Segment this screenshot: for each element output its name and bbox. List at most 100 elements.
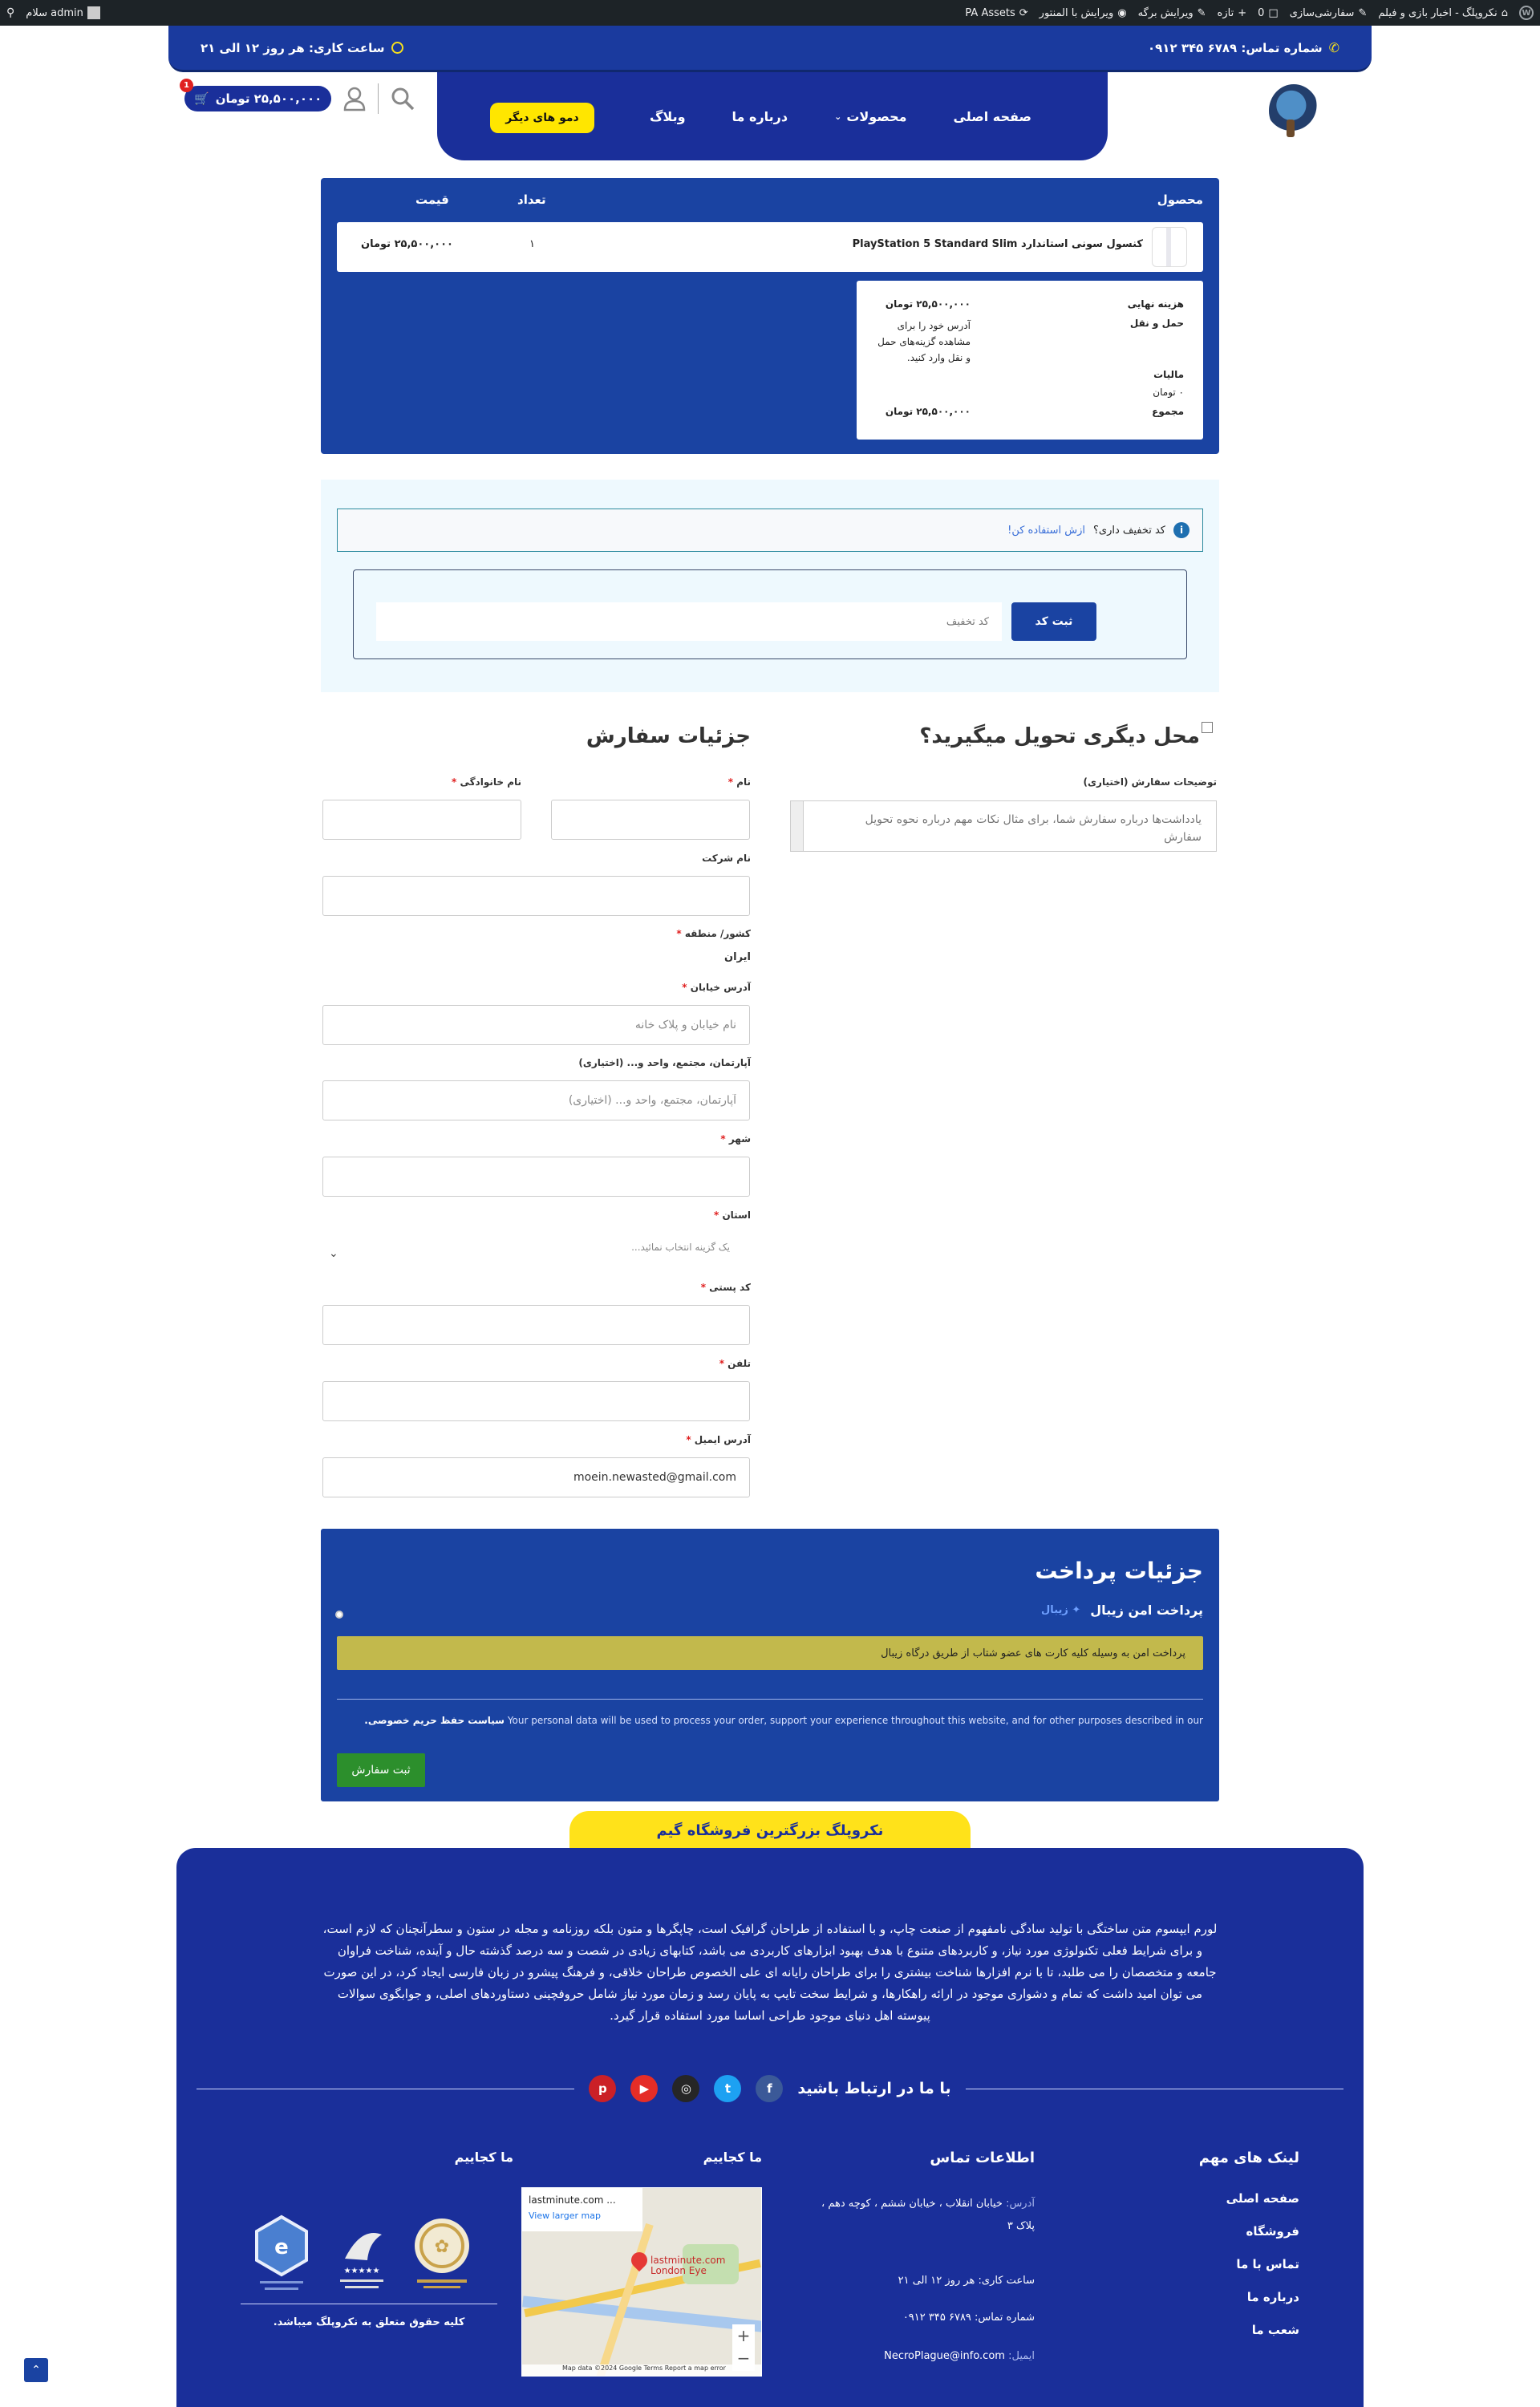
country-value: ایران bbox=[724, 951, 751, 963]
product-image[interactable] bbox=[1152, 227, 1187, 267]
pinterest-icon[interactable]: p bbox=[589, 2075, 617, 2102]
info-title: اطلاعات تماس bbox=[930, 2150, 1035, 2166]
nav-about[interactable]: درباره ما bbox=[732, 109, 788, 124]
search-icon[interactable]: ⚲ bbox=[6, 6, 14, 19]
info-icon: i bbox=[1173, 522, 1189, 538]
view-larger-map-link[interactable]: View larger map bbox=[529, 2210, 636, 2221]
wordpress-icon[interactable]: W bbox=[1519, 6, 1534, 20]
edit-elementor-label: ویرایش با المنتور bbox=[1039, 6, 1114, 19]
billing-title: جزئیات سفارش bbox=[586, 724, 751, 748]
coupon-notice: i کد تخفیف داری؟ ازش استفاده کن! bbox=[337, 509, 1203, 552]
footer-link[interactable]: تماس با ما bbox=[1236, 2257, 1299, 2271]
site-name: نکروپلگ - اخبار بازی و فیلم bbox=[1378, 6, 1497, 19]
street-label: آدرس خیابان * bbox=[682, 982, 751, 993]
zibal-logo: ✦ زیبال bbox=[1041, 1604, 1081, 1616]
first-name-field[interactable] bbox=[551, 800, 750, 840]
payment-title: جزئیات پرداخت bbox=[1035, 1558, 1203, 1584]
customize-link[interactable]: ✎ سفارشی‌سازی bbox=[1290, 7, 1368, 19]
comments-link[interactable]: □ 0 bbox=[1258, 7, 1279, 19]
trust-badge-icon[interactable]: ✿ bbox=[409, 2210, 475, 2294]
ship-different-checkbox[interactable] bbox=[1202, 722, 1213, 733]
links-title: لینک های مهم bbox=[1198, 2150, 1299, 2166]
coupon-section: i کد تخفیف داری؟ ازش استفاده کن! ثبت کد bbox=[321, 480, 1219, 692]
required-mark: * bbox=[700, 1282, 706, 1293]
chevron-down-icon: ⌄ bbox=[834, 111, 842, 122]
divider bbox=[337, 1699, 1203, 1700]
required-mark: * bbox=[686, 1434, 691, 1445]
payment-method[interactable]: پرداخت امن زیبال ✦ زیبال bbox=[1041, 1603, 1203, 1618]
shipping-title[interactable]: محل دیگری تحویل میگیرید؟ bbox=[919, 724, 1200, 748]
user-icon[interactable] bbox=[342, 86, 367, 111]
samandehi-badge-icon[interactable]: ★★★★★ bbox=[329, 2210, 395, 2294]
apartment-field[interactable] bbox=[322, 1080, 750, 1120]
edit-elementor-link[interactable]: ◉ ویرایش با المنتور bbox=[1040, 7, 1127, 19]
back-to-top-button[interactable]: ⌃ bbox=[24, 2358, 48, 2382]
required-mark: * bbox=[713, 1210, 719, 1221]
privacy-policy-link[interactable]: سیاست حفظ حریم خصوصی. bbox=[364, 1715, 505, 1726]
enamad-badge-icon[interactable]: e bbox=[249, 2210, 314, 2294]
refresh-icon: ⟳ bbox=[1019, 6, 1028, 19]
site-name-link[interactable]: ⌂ نکروپلگ - اخبار بازی و فیلم bbox=[1378, 7, 1508, 19]
footer-link[interactable]: صفحه اصلی bbox=[1226, 2191, 1299, 2206]
avatar bbox=[87, 6, 100, 19]
textarea-scrollbar[interactable] bbox=[791, 801, 804, 851]
email-text[interactable]: NecroPlague@info.com bbox=[884, 2350, 1005, 2362]
site-logo[interactable] bbox=[1269, 84, 1319, 137]
footer-link[interactable]: فروشگاه bbox=[1246, 2224, 1299, 2239]
edit-page-link[interactable]: ✎ ویرایش برگه bbox=[1138, 7, 1206, 19]
street-field[interactable] bbox=[322, 1005, 750, 1045]
nav-blog[interactable]: وبلاگ bbox=[650, 109, 685, 124]
admin-bar-left: ⚲ سلام admin bbox=[6, 6, 100, 19]
payment-radio[interactable] bbox=[335, 1611, 343, 1619]
pa-assets-label: PA Assets bbox=[965, 6, 1015, 19]
new-link[interactable]: + تازه bbox=[1218, 7, 1247, 19]
first-name-label-text: نام bbox=[736, 776, 751, 788]
admin-greeting[interactable]: سلام admin bbox=[26, 6, 100, 19]
nav-products-label: محصولات bbox=[846, 108, 907, 124]
phone-label: تلفن * bbox=[719, 1358, 751, 1369]
required-mark: * bbox=[719, 1358, 724, 1369]
order-notes-label: توضیحات سفارش (اختیاری) bbox=[1083, 776, 1217, 788]
last-name-field[interactable] bbox=[322, 800, 521, 840]
plus-icon: + bbox=[1238, 6, 1247, 19]
sum-value: ۲۵,۵۰۰,۰۰۰ تومان bbox=[885, 406, 971, 417]
pa-assets-link[interactable]: ⟳ PA Assets bbox=[965, 7, 1027, 19]
coupon-input[interactable] bbox=[376, 602, 1002, 641]
search-icon[interactable] bbox=[390, 86, 415, 111]
cart-count-badge: 1 bbox=[180, 79, 193, 92]
phone-field[interactable] bbox=[322, 1381, 750, 1421]
facebook-icon[interactable]: f bbox=[756, 2075, 784, 2102]
city-field[interactable] bbox=[322, 1157, 750, 1197]
state-select[interactable]: یک گزینه انتخاب نمائید... bbox=[631, 1242, 730, 1253]
nav-products[interactable]: محصولات ⌄ bbox=[834, 109, 906, 124]
place-order-button[interactable]: ثبت سفارش bbox=[337, 1753, 425, 1787]
twitter-icon[interactable]: t bbox=[714, 2075, 742, 2102]
chevron-down-icon[interactable]: ⌄ bbox=[329, 1247, 338, 1260]
tax-label: مالیات bbox=[1153, 369, 1184, 380]
phone-icon: ✆ bbox=[1328, 40, 1339, 55]
header-cart[interactable]: 1 🛒 ۲۵,۵۰۰,۰۰۰ تومان bbox=[180, 79, 332, 111]
youtube-icon[interactable]: ▶ bbox=[630, 2075, 659, 2102]
map-info-card: lastminute.com ... View larger map bbox=[522, 2188, 642, 2231]
nav-home[interactable]: صفحه اصلی bbox=[954, 109, 1031, 124]
footer-link[interactable]: درباره ما bbox=[1247, 2290, 1299, 2304]
svg-text:★★★★★: ★★★★★ bbox=[344, 2267, 380, 2275]
footer-description: لورم ایپسوم متن ساختگی با تولید سادگی نا… bbox=[322, 1922, 1218, 2023]
social-bar: با ما در ارتباط باشید f t ◎ ▶ p bbox=[197, 2073, 1343, 2105]
phone-text: شماره تماس: ۶۷۸۹ ۳۴۵ ۰۹۱۲ bbox=[1148, 40, 1323, 55]
zibal-logo-text: زیبال bbox=[1041, 1604, 1068, 1616]
required-mark: * bbox=[727, 776, 733, 788]
product-name[interactable]: کنسول سونی استاندارد PlayStation 5 Stand… bbox=[853, 238, 1143, 250]
instagram-icon[interactable]: ◎ bbox=[672, 2075, 700, 2102]
footer-link[interactable]: شعب ما bbox=[1252, 2323, 1299, 2337]
payment-section: جزئیات پرداخت پرداخت امن زیبال ✦ زیبال پ… bbox=[321, 1529, 1219, 1801]
google-map[interactable]: lastminute.com ... View larger map lastm… bbox=[521, 2187, 762, 2377]
state-label: استان * bbox=[714, 1210, 751, 1221]
coupon-toggle-link[interactable]: ازش استفاده کن! bbox=[1007, 525, 1085, 537]
apply-coupon-button[interactable]: ثبت کد bbox=[1011, 602, 1096, 641]
demo-button[interactable]: دمو های دیگر bbox=[490, 103, 594, 133]
email-field[interactable] bbox=[322, 1457, 750, 1497]
order-notes-field[interactable] bbox=[790, 800, 1217, 852]
company-field[interactable] bbox=[322, 876, 750, 916]
postcode-field[interactable] bbox=[322, 1305, 750, 1345]
